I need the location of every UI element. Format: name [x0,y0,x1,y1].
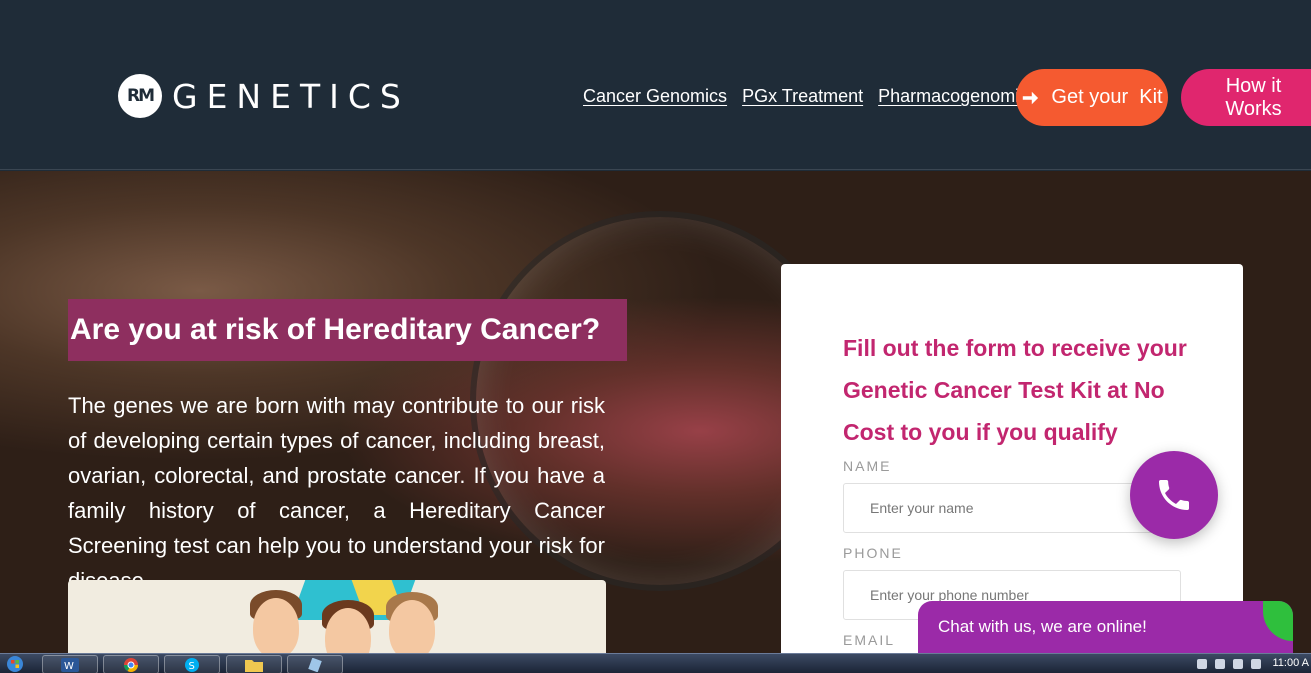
logo-wordmark: GENETICS [172,76,410,116]
taskbar-app[interactable] [287,655,343,673]
main-nav: Cancer Genomics PGx Treatment Pharmacoge… [583,86,1037,107]
chat-widget[interactable]: Chat with us, we are online! [918,601,1293,653]
taskbar-chrome[interactable] [103,655,159,673]
site-header: RM GENETICS Cancer Genomics PGx Treatmen… [0,0,1311,170]
get-your-kit-label: Get your Kit [1051,86,1163,108]
nav-link-cancer-genomics[interactable]: Cancer Genomics [583,86,727,107]
os-taskbar: W S 11:00 A [0,653,1311,673]
folder-icon [245,659,263,672]
system-tray [1197,659,1261,669]
tray-icon[interactable] [1197,659,1207,669]
nav-link-pharmacogenomics[interactable]: Pharmacogenomics [878,86,1037,107]
svg-text:W: W [64,661,74,672]
hero-description: The genes we are born with may contribut… [68,393,605,593]
phone-label: PHONE [843,545,903,561]
taskbar-explorer[interactable] [226,655,282,673]
arrow-right-icon [1023,91,1039,104]
chrome-icon [124,657,138,672]
phone-icon [1159,480,1189,510]
online-indicator [1263,601,1293,641]
hero-title: Are you at risk of Hereditary Cancer? [68,299,627,361]
svg-text:S: S [189,661,195,672]
tray-icon[interactable] [1251,659,1261,669]
clock[interactable]: 11:00 A [1273,657,1310,669]
get-your-kit-button[interactable]: Get your Kit [1016,69,1168,126]
chat-label: Chat with us, we are online! [938,617,1147,636]
app-icon [308,657,322,672]
tray-icon[interactable] [1215,659,1225,669]
call-button[interactable] [1130,451,1218,539]
name-label: NAME [843,458,892,474]
taskbar-skype[interactable]: S [164,655,220,673]
tray-icon[interactable] [1233,659,1243,669]
email-label: EMAIL [843,632,896,648]
family-illustration [68,580,606,653]
skype-icon: S [185,657,199,672]
how-it-works-button[interactable]: How it Works [1181,69,1311,126]
windows-icon [7,656,23,672]
logo-badge: RM [118,74,162,118]
start-button[interactable] [0,654,30,673]
illustration-face [389,600,435,653]
word-icon: W [61,657,79,672]
nav-link-pgx-treatment[interactable]: PGx Treatment [742,86,863,107]
form-heading: Fill out the form to receive your Geneti… [843,335,1187,445]
logo[interactable]: RM GENETICS [118,74,410,118]
taskbar-word[interactable]: W [42,655,98,673]
illustration-face [253,598,299,653]
